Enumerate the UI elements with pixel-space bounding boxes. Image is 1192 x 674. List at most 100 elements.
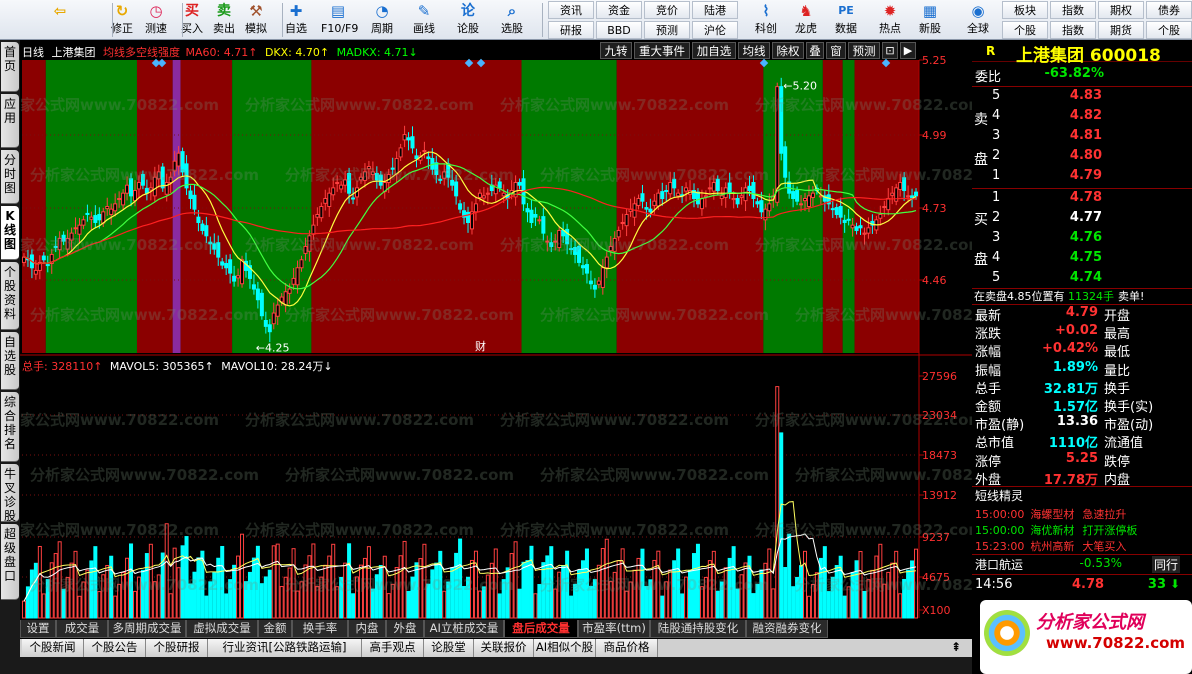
ask-price[interactable]: 4.81 bbox=[1062, 128, 1102, 143]
clock-icon: ◷ bbox=[149, 2, 163, 20]
quick-陆港-button[interactable]: 陆港 bbox=[692, 1, 738, 19]
sell-button[interactable]: 卖卖出 bbox=[207, 0, 241, 40]
next-icon[interactable]: ▶ bbox=[900, 42, 916, 59]
peer-tab[interactable]: 同行 bbox=[1152, 556, 1181, 573]
kline-chart[interactable]: 5.254.994.734.46←5.20←4.25 财2759623034184… bbox=[20, 40, 972, 634]
indicator-tab-5[interactable]: 金额 bbox=[258, 620, 292, 638]
chart-btn-8[interactable]: 预测 bbox=[848, 42, 880, 59]
left-tab-2[interactable]: 应用 bbox=[1, 94, 19, 148]
left-tab-9[interactable]: 超级盘口 bbox=[1, 524, 19, 600]
watermark-text: 分析家公式网www.70822.com bbox=[20, 411, 219, 429]
bid-price[interactable]: 4.74 bbox=[1062, 270, 1102, 285]
bid-price[interactable]: 4.77 bbox=[1062, 210, 1102, 225]
elf-row[interactable]: 15:00:00 海优新材 打开涨停板 bbox=[975, 522, 1137, 538]
indicator-tab-7[interactable]: 内盘 bbox=[348, 620, 386, 638]
measure-button[interactable]: ◷ 测速 bbox=[139, 0, 173, 40]
indicator-tab-4[interactable]: 虚拟成交量 bbox=[186, 620, 258, 638]
back-button[interactable]: ⇦ bbox=[42, 0, 78, 40]
market-债券-button[interactable]: 债券 bbox=[1146, 1, 1192, 19]
chart-btn-2[interactable]: 重大事件 bbox=[634, 42, 690, 59]
info-tab-3[interactable]: 个股研报 bbox=[146, 639, 208, 657]
buy-button[interactable]: 买买入 bbox=[175, 0, 209, 40]
quick-竞价-button[interactable]: 竞价 bbox=[644, 1, 690, 19]
chart-btn-7[interactable]: 窗 bbox=[826, 42, 846, 59]
left-tab-8[interactable]: 牛叉诊股 bbox=[1, 464, 19, 523]
lock-icon[interactable]: ⊡ bbox=[882, 42, 898, 59]
hot-button[interactable]: ✹ 热点 bbox=[872, 0, 908, 40]
indicator-tab-10[interactable]: 盘后成交量 bbox=[504, 620, 578, 638]
industry-index-name[interactable]: 港口航运 bbox=[975, 556, 1023, 573]
info-tab-5[interactable]: 高手观点 bbox=[362, 639, 424, 657]
quick-资金-button[interactable]: 资金 bbox=[596, 1, 642, 19]
toolbar-separator bbox=[542, 3, 543, 37]
market-板块-button[interactable]: 板块 bbox=[1002, 1, 1048, 19]
volume-tick-label: 18473 bbox=[922, 449, 957, 462]
market-期权-button[interactable]: 期权 bbox=[1098, 1, 1144, 19]
info-tab-7[interactable]: 关联报价 bbox=[474, 639, 534, 657]
indicator-tab-12[interactable]: 陆股通持股变化 bbox=[650, 620, 746, 638]
indicator-tab-9[interactable]: AI立桩成交量 bbox=[424, 620, 504, 638]
watchlist-button[interactable]: ✚ 自选 bbox=[279, 0, 313, 40]
quick-研报-button[interactable]: 研报 bbox=[548, 21, 594, 39]
cycle-button[interactable]: ◔ 周期 bbox=[365, 0, 399, 40]
dragon-button[interactable]: ♞ 龙虎 bbox=[788, 0, 824, 40]
info-tab-9[interactable]: 商品价格 bbox=[596, 639, 658, 657]
elf-row[interactable]: 15:23:00 杭州高新 大笔买入 bbox=[975, 538, 1126, 554]
chart-btn-5[interactable]: 除权 bbox=[772, 42, 804, 59]
market-指数-button[interactable]: 指数 bbox=[1050, 1, 1096, 19]
newstock-button[interactable]: ▦ 新股 bbox=[912, 0, 948, 40]
pick-button[interactable]: ⌕ 选股 bbox=[495, 0, 529, 40]
left-tab-3[interactable]: 分时图 bbox=[1, 150, 19, 204]
indicator-tab-6[interactable]: 换手率 bbox=[292, 620, 348, 638]
chart-btn-3[interactable]: 加自选 bbox=[692, 42, 736, 59]
chart-btn-6[interactable]: 叠 bbox=[806, 42, 824, 59]
draw-button[interactable]: ✎ 画线 bbox=[407, 0, 441, 40]
info-tab-1[interactable]: 个股新闻 bbox=[22, 639, 84, 657]
quick-沪伦-button[interactable]: 沪伦 bbox=[692, 21, 738, 39]
info-tab-4[interactable]: 行业资讯[公路铁路运输] bbox=[208, 639, 362, 657]
left-tab-4[interactable]: K线图 bbox=[1, 206, 19, 260]
data-button[interactable]: PE 数据 bbox=[828, 0, 864, 40]
collapse-up-icon[interactable]: ⇞ bbox=[942, 639, 970, 657]
left-tab-5[interactable]: 个股资料 bbox=[1, 262, 19, 330]
ask-price[interactable]: 4.82 bbox=[1062, 108, 1102, 123]
left-tab-6[interactable]: 自选股 bbox=[1, 332, 19, 390]
stat-label-2: 跌停 bbox=[1104, 454, 1131, 470]
market-指数-button[interactable]: 指数 bbox=[1050, 21, 1096, 39]
left-tab-1[interactable]: 首页 bbox=[1, 42, 19, 92]
ask-price[interactable]: 4.80 bbox=[1062, 148, 1102, 163]
info-tab-8[interactable]: AI相似个股 bbox=[534, 639, 596, 657]
quick-资讯-button[interactable]: 资讯 bbox=[548, 1, 594, 19]
short-elf-title[interactable]: 短线精灵 bbox=[975, 487, 1023, 504]
f10-button[interactable]: ▤ F10/F9 bbox=[321, 0, 358, 40]
indicator-tab-8[interactable]: 外盘 bbox=[386, 620, 424, 638]
info-tab-2[interactable]: 个股公告 bbox=[84, 639, 146, 657]
simulate-button[interactable]: ⚒ 模拟 bbox=[239, 0, 273, 40]
market-期货-button[interactable]: 期货 bbox=[1098, 21, 1144, 39]
watermark-text: 分析家公式网www.70822.com bbox=[795, 466, 972, 484]
chart-btn-4[interactable]: 均线 bbox=[738, 42, 770, 59]
bid-price[interactable]: 4.75 bbox=[1062, 250, 1102, 265]
refresh-button[interactable]: ↻ 修正 bbox=[105, 0, 139, 40]
indicator-tab-11[interactable]: 市盈率(ttm) bbox=[578, 620, 650, 638]
stock_talk-button[interactable]: 论论股 bbox=[451, 0, 485, 40]
left-tab-7[interactable]: 综合排名 bbox=[1, 392, 19, 462]
quick-BBD-button[interactable]: BBD bbox=[596, 21, 642, 39]
market-个股-button[interactable]: 个股 bbox=[1146, 21, 1192, 39]
elf-row[interactable]: 15:00:00 海螺型材 急速拉升 bbox=[975, 506, 1126, 522]
chart-btn-1[interactable]: 九转 bbox=[600, 42, 632, 59]
bid-price[interactable]: 4.76 bbox=[1062, 230, 1102, 245]
info-tab-6[interactable]: 论股堂 bbox=[424, 639, 474, 657]
indicator-tab-2[interactable]: 成交量 bbox=[56, 620, 108, 638]
indicator-tab-13[interactable]: 融资融券变化 bbox=[746, 620, 828, 638]
bid-price[interactable]: 4.78 bbox=[1062, 190, 1102, 205]
ask-price[interactable]: 4.79 bbox=[1062, 168, 1102, 183]
indicator-tab-1[interactable]: 设置 bbox=[20, 620, 56, 638]
market-个股-button[interactable]: 个股 bbox=[1002, 21, 1048, 39]
global-button[interactable]: ◉ 全球 bbox=[960, 0, 996, 40]
indicator-tab-3[interactable]: 多周期成交量 bbox=[108, 620, 186, 638]
ask-price[interactable]: 4.83 bbox=[1062, 88, 1102, 103]
quick-预测-button[interactable]: 预测 bbox=[644, 21, 690, 39]
volume-bar bbox=[168, 593, 173, 619]
tech-button[interactable]: ⌇ 科创 bbox=[748, 0, 784, 40]
